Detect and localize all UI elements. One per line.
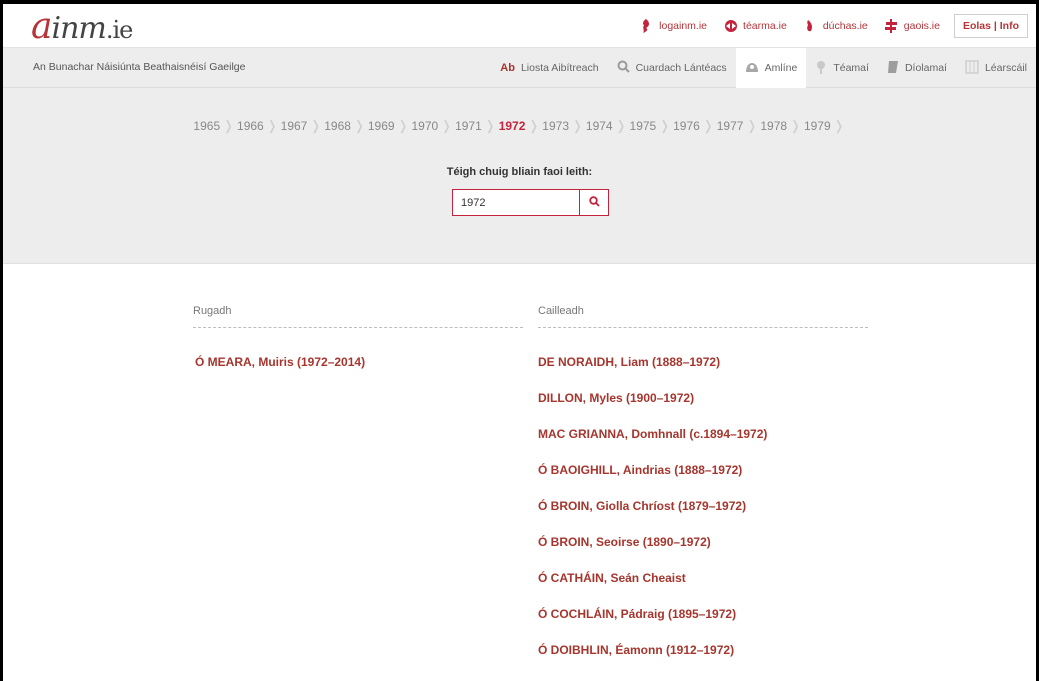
year-link[interactable]: 1971	[455, 119, 482, 133]
tab-label: Amlíne	[764, 62, 798, 74]
arrows-icon	[723, 19, 738, 33]
born-list: Ó MEARA, Muiris (1972–2014)	[195, 354, 523, 390]
logo-main: inm	[51, 11, 106, 46]
year-link[interactable]: 1977	[717, 119, 744, 133]
year-link[interactable]: 1965	[193, 119, 220, 133]
map-icon	[965, 59, 979, 77]
chevron-right-icon: ❭	[615, 118, 627, 133]
died-entry-link[interactable]: Ó BROIN, Giolla Chríost (1879–1972)	[538, 498, 868, 534]
year-link[interactable]: 1966	[237, 119, 264, 133]
chevron-right-icon: ❭	[746, 118, 758, 133]
chevron-right-icon: ❭	[223, 118, 235, 133]
map-pin-icon	[639, 19, 653, 33]
timeline-panel: 1965 ❭ 1966 ❭ 1967 ❭ 1968 ❭ 1969 ❭ 1970 ❭ 1971 ❭ 1972 ❭…	[3, 88, 1036, 264]
chevron-right-icon: ❭	[310, 118, 322, 133]
year-link[interactable]: 1969	[368, 119, 395, 133]
year-link[interactable]: 1967	[281, 119, 308, 133]
ab-icon: Ab	[500, 62, 515, 74]
year-link[interactable]: 1973	[542, 119, 569, 133]
year-link[interactable]: 1978	[760, 119, 787, 133]
tab-liosta-aibitreach[interactable]: Ab Liosta Aibítreach	[491, 48, 607, 88]
tab-teamai[interactable]: Téamaí	[806, 48, 878, 88]
book-icon	[887, 60, 899, 77]
drop-icon	[803, 19, 817, 33]
chevron-right-icon: ❭	[353, 118, 365, 133]
search-icon	[617, 60, 630, 76]
goto-year-label: Téigh chuig bliain faoi leith:	[446, 166, 593, 178]
died-entry-link[interactable]: Ó COCHLÁIN, Pádraig (1895–1972)	[538, 606, 868, 642]
tab-label: Díolamaí	[904, 62, 947, 74]
chevron-right-icon: ❭	[266, 118, 278, 133]
died-entry-link[interactable]: MAC GRIANNA, Domhnall (c.1894–1972)	[538, 426, 868, 462]
year-link[interactable]: 1972	[499, 119, 526, 133]
year-link[interactable]: 1974	[586, 119, 613, 133]
main-tabs: Ab Liosta Aibítreach Cuardach Lántéacs A…	[491, 48, 1036, 88]
link-duchas-label: dúchas.ie	[822, 20, 868, 32]
tab-label: Cuardach Lántéacs	[635, 62, 727, 74]
link-logainm-label: logainm.ie	[659, 20, 708, 32]
chevron-right-icon: ❭	[484, 118, 496, 133]
chevron-right-icon: ❭	[572, 118, 583, 133]
chevron-right-icon: ❭	[528, 118, 540, 133]
tab-amline[interactable]: Amlíne	[735, 48, 807, 88]
tab-label: Léarscáil	[984, 62, 1027, 74]
tab-diolamai[interactable]: Díolamaí	[878, 48, 956, 88]
nav-bar: An Bunachar Náisiúnta Beathaisnéisí Gaei…	[3, 48, 1036, 88]
partner-sites: logainm.ie téarma.ie dúchas.ie gaois.ie …	[623, 14, 1028, 38]
tab-cuardach-lanteacs[interactable]: Cuardach Lántéacs	[608, 48, 736, 88]
died-heading: Cailleadh	[538, 305, 868, 328]
search-icon	[588, 194, 600, 212]
tab-label: Liosta Aibítreach	[520, 62, 599, 74]
chevron-right-icon: ❭	[833, 118, 845, 133]
year-link[interactable]: 1976	[673, 119, 700, 133]
year-search-button[interactable]	[579, 189, 609, 216]
chevron-right-icon: ❭	[441, 118, 453, 133]
died-list: DE NORAIDH, Liam (1888–1972) DILLON, Myle…	[538, 354, 868, 678]
link-duchas[interactable]: dúchas.ie	[803, 19, 868, 33]
year-link[interactable]: 1979	[804, 119, 831, 133]
chevron-right-icon: ❭	[790, 118, 801, 133]
info-button[interactable]: Eolas | Info	[953, 14, 1028, 38]
died-column: Cailleadh DE NORAIDH, Liam (1888–1972) DI…	[538, 305, 868, 678]
born-heading: Rugadh	[193, 305, 523, 328]
tree-icon	[815, 60, 827, 77]
chevron-right-icon: ❭	[659, 118, 671, 133]
died-entry-link[interactable]: DE NORAIDH, Liam (1888–1972)	[538, 354, 868, 390]
logo-prefix: a	[31, 6, 52, 47]
gaois-icon	[884, 19, 898, 33]
site-logo[interactable]: ainm.ie	[31, 6, 133, 47]
site-subtitle: An Bunachar Náisiúnta Beathaisnéisí Gaei…	[33, 61, 246, 73]
link-tearma[interactable]: téarma.ie	[723, 19, 787, 33]
logo-suffix: .ie	[105, 16, 133, 44]
born-column: Rugadh Ó MEARA, Muiris (1972–2014)	[193, 305, 523, 390]
top-bar: ainm.ie logainm.ie téarma.ie dúchas.ie g…	[3, 4, 1036, 48]
died-entry-link[interactable]: Ó DOIBHLIN, Éamonn (1912–1972)	[538, 642, 868, 678]
chevron-right-icon: ❭	[397, 118, 409, 133]
tab-label: Téamaí	[833, 62, 869, 74]
link-logainm[interactable]: logainm.ie	[639, 19, 707, 33]
year-link[interactable]: 1968	[324, 119, 351, 133]
timeline-icon	[745, 61, 759, 76]
born-entry-link[interactable]: Ó MEARA, Muiris (1972–2014)	[195, 354, 523, 390]
link-gaois[interactable]: gaois.ie	[884, 19, 940, 33]
died-entry-link[interactable]: Ó BAOIGHILL, Aindrias (1888–1972)	[538, 462, 868, 498]
died-entry-link[interactable]: Ó CATHÁIN, Seán Cheaist	[538, 570, 868, 606]
tab-learscail[interactable]: Léarscáil	[956, 48, 1036, 88]
year-input[interactable]	[452, 189, 580, 216]
died-entry-link[interactable]: DILLON, Myles (1900–1972)	[538, 390, 868, 426]
link-tearma-label: téarma.ie	[743, 20, 787, 32]
link-gaois-label: gaois.ie	[903, 20, 940, 32]
died-entry-link[interactable]: Ó BROIN, Seoirse (1890–1972)	[538, 534, 868, 570]
chevron-right-icon: ❭	[702, 118, 714, 133]
year-selector: 1965 ❭ 1966 ❭ 1967 ❭ 1968 ❭ 1969 ❭ 1970 ❭ 1971 ❭ 1972 ❭…	[3, 118, 1036, 134]
year-link[interactable]: 1970	[411, 119, 438, 133]
year-link[interactable]: 1975	[630, 119, 657, 133]
